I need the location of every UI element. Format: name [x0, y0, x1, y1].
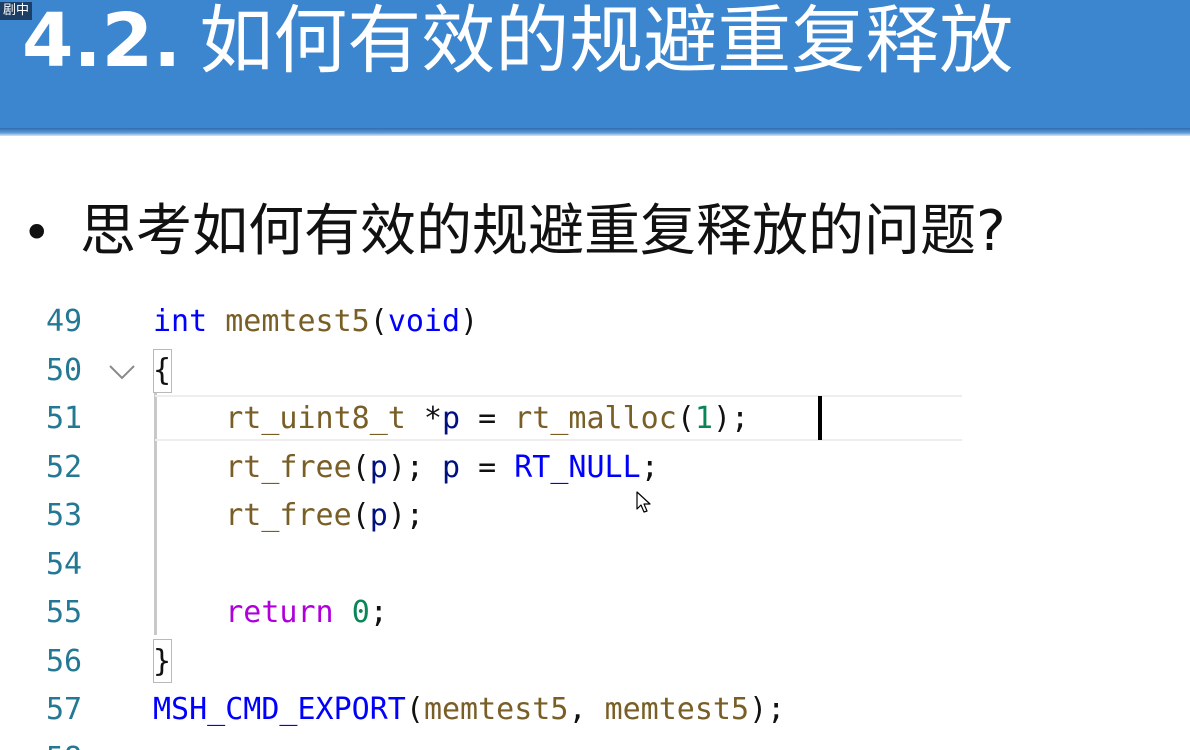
bullet-point: • 思考如何有效的规避重复释放的问题? [22, 196, 1006, 268]
code-text: rt_free(p); p = RT_NULL; [153, 444, 659, 492]
code-line[interactable]: 54 [0, 541, 1190, 589]
text-cursor [818, 396, 822, 440]
code-token: ( [676, 401, 695, 436]
slide-title-number: 4.2. [22, 0, 182, 84]
code-token: ) [460, 304, 479, 339]
code-token: ( [351, 498, 370, 533]
bullet-text: 思考如何有效的规避重复释放的问题? [80, 199, 1006, 264]
code-token: ( [369, 304, 388, 339]
line-number: 55 [46, 595, 83, 630]
code-token: memtest5 [604, 692, 750, 727]
code-token: , [568, 692, 605, 727]
code-token: = [460, 401, 515, 436]
code-line[interactable]: 55 return 0; [0, 589, 1190, 637]
code-token: } [153, 643, 172, 679]
code-token: memtest5 [225, 304, 370, 339]
code-token: void [387, 304, 461, 339]
code-token: MSH_CMD_EXPORT [153, 692, 406, 727]
code-token: p [369, 449, 388, 485]
code-token: { [153, 352, 172, 388]
line-number: 56 [46, 643, 83, 679]
code-token: ( [351, 449, 370, 485]
code-token: ; [369, 595, 388, 630]
code-token: return [225, 595, 334, 630]
code-token: * [405, 401, 442, 436]
code-token: ; [640, 449, 659, 485]
code-text: { [153, 347, 171, 395]
code-editor[interactable]: 49 int memtest5(void) 50{51 rt_uint8_t *p … [0, 298, 1190, 750]
code-token: p [369, 498, 388, 533]
code-token: ); [712, 401, 750, 436]
line-number: 57 [46, 692, 83, 727]
code-text: rt_uint8_t *p = rt_malloc(1); [153, 395, 749, 443]
code-token: memtest5 [423, 692, 569, 727]
code-token: p [442, 449, 461, 485]
code-token: 0 [351, 595, 370, 630]
code-token: rt_uint8_t [225, 401, 406, 436]
code-line[interactable]: 49 int memtest5(void) [0, 298, 1190, 346]
code-line[interactable]: 52 rt_free(p); p = RT_NULL; [0, 444, 1190, 492]
line-number: 52 [46, 449, 83, 485]
code-line[interactable]: 50 { [0, 347, 1190, 395]
code-token: 1 [694, 401, 713, 436]
code-line[interactable]: 51 rt_uint8_t *p = rt_malloc(1); [0, 395, 1190, 443]
code-line[interactable]: 53 rt_free(p); [0, 492, 1190, 540]
code-token: ); [387, 449, 442, 485]
code-line[interactable]: 57 MSH_CMD_EXPORT(memtest5, memtest5); [0, 686, 1190, 734]
slide-title-text: 如何有效的规避重复释放 [199, 0, 1014, 84]
mouse-pointer-icon [636, 491, 651, 513]
code-token: ); [749, 692, 786, 727]
code-line[interactable]: 56} [0, 638, 1190, 686]
code-token: p [442, 401, 461, 436]
line-number: 58 [46, 735, 94, 750]
code-token: RT_NULL [514, 449, 641, 485]
code-token: ); [387, 498, 424, 533]
bullet-dot-icon: • [22, 204, 52, 262]
title-bar-divider [0, 128, 1190, 136]
code-text: } [153, 638, 171, 686]
code-line[interactable]: 58 [0, 735, 1190, 750]
code-text: rt_free(p); [153, 492, 424, 540]
code-token: rt_malloc [514, 401, 677, 436]
code-token: rt_free [225, 449, 352, 485]
code-token: ( [405, 692, 424, 727]
line-number: 50 [46, 352, 83, 388]
code-text: int memtest5(void) [153, 298, 478, 346]
slide: 剧中 4.2. 如何有效的规避重复释放 • 思考如何有效的规避重复释放的问题? 49… [0, 0, 1190, 750]
code-token: rt_free [225, 498, 352, 533]
line-number: 53 [46, 498, 83, 533]
slide-title: 4.2. 如何有效的规避重复释放 [22, 0, 1013, 84]
line-number: 54 [46, 546, 83, 582]
code-text: return 0; [153, 589, 388, 637]
code-text: MSH_CMD_EXPORT(memtest5, memtest5); [153, 686, 785, 734]
chevron-down-icon[interactable] [108, 360, 136, 384]
code-token: int [153, 304, 208, 339]
code-token: = [460, 449, 515, 485]
line-number: 51 [46, 401, 83, 436]
line-number: 49 [46, 304, 83, 339]
